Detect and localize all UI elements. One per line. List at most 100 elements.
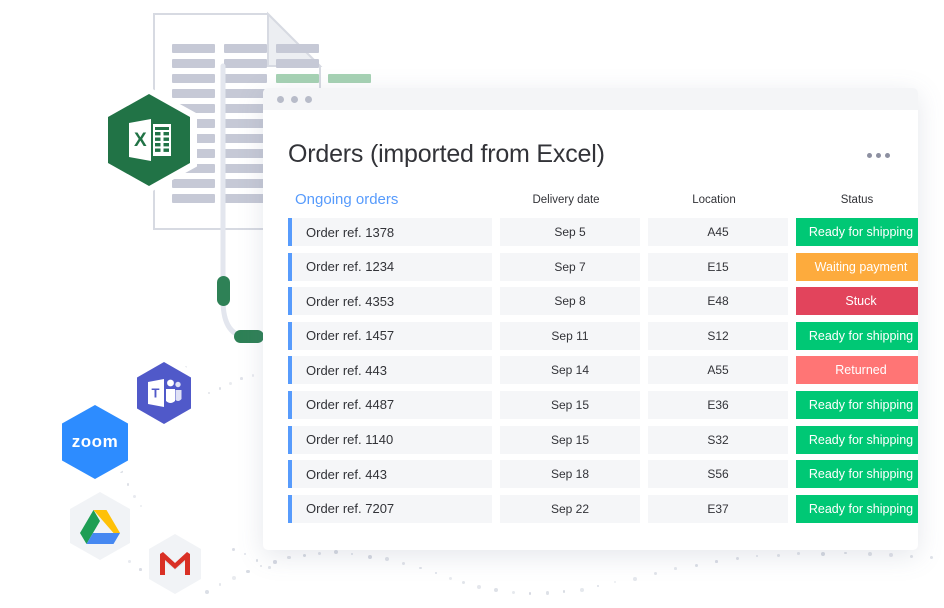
cell-delivery-date[interactable]: Sep 15 (500, 426, 640, 454)
window-dot-1 (277, 96, 284, 103)
document-cell-bar (328, 74, 371, 83)
document-cell-bar (224, 179, 267, 188)
status-badge[interactable]: Stuck (796, 287, 918, 315)
table-row[interactable]: Order ref. 7207 Sep 22 E37 Ready for shippi… (288, 495, 900, 523)
cell-delivery-date[interactable]: Sep 5 (500, 218, 640, 246)
microsoft-teams-icon[interactable]: T (130, 355, 198, 431)
cell-delivery-date[interactable]: Sep 22 (500, 495, 640, 523)
table-row[interactable]: Order ref. 1378 Sep 5 A45 Ready for shippin… (288, 218, 900, 246)
trail-dot (715, 560, 718, 563)
status-badge[interactable]: Ready for shipping (796, 391, 918, 419)
status-badge[interactable]: Ready for shipping (796, 218, 918, 246)
cell-location[interactable]: E36 (648, 391, 788, 419)
page-title: Orders (imported from Excel) (288, 140, 605, 169)
table-row[interactable]: Order ref. 4353 Sep 8 E48 Stuck (288, 287, 900, 315)
cell-location[interactable]: S32 (648, 426, 788, 454)
cell-delivery-date[interactable]: Sep 8 (500, 287, 640, 315)
cell-location[interactable]: S56 (648, 460, 788, 488)
trail-dot (229, 382, 232, 385)
trail-dot (844, 552, 846, 554)
trail-dot (232, 576, 236, 580)
cell-location[interactable]: A55 (648, 356, 788, 384)
cell-order-name[interactable]: Order ref. 7207 (288, 495, 492, 523)
cell-order-name[interactable]: Order ref. 1234 (288, 253, 492, 281)
cell-order-name[interactable]: Order ref. 443 (288, 356, 492, 384)
cell-order-name[interactable]: Order ref. 1457 (288, 322, 492, 350)
trail-dot (462, 581, 465, 584)
trail-dot (351, 553, 354, 556)
table-row[interactable]: Order ref. 1140 Sep 15 S32 Ready for shippi… (288, 426, 900, 454)
kebab-menu-icon[interactable] (867, 153, 890, 158)
trail-dot (563, 590, 566, 593)
trail-dot (208, 392, 210, 394)
trail-dot (303, 554, 306, 557)
cell-location[interactable]: E48 (648, 287, 788, 315)
trail-dot (244, 553, 246, 555)
cell-order-name[interactable]: Order ref. 1378 (288, 218, 492, 246)
table-body: Order ref. 1378 Sep 5 A45 Ready for shippin… (288, 218, 900, 523)
trail-dot (402, 562, 405, 565)
illustration-stage: X T zoom Orders (imported from Excel) On… (0, 0, 944, 608)
google-drive-icon[interactable] (63, 485, 137, 567)
cell-delivery-date[interactable]: Sep 7 (500, 253, 640, 281)
document-cell-bar (224, 104, 267, 113)
status-badge[interactable]: Ready for shipping (796, 426, 918, 454)
cell-order-name[interactable]: Order ref. 4353 (288, 287, 492, 315)
status-badge[interactable]: Ready for shipping (796, 322, 918, 350)
orders-table: Ongoing orders Delivery date Location St… (263, 191, 918, 523)
trail-dot (546, 591, 550, 595)
cell-delivery-date[interactable]: Sep 18 (500, 460, 640, 488)
cell-order-name[interactable]: Order ref. 1140 (288, 426, 492, 454)
cell-order-name[interactable]: Order ref. 4487 (288, 391, 492, 419)
status-badge[interactable]: Ready for shipping (796, 495, 918, 523)
status-badge[interactable]: Ready for shipping (796, 460, 918, 488)
cell-order-name[interactable]: Order ref. 443 (288, 460, 492, 488)
document-cell-bar (224, 89, 267, 98)
trail-dot (318, 552, 322, 556)
document-cell-bar (172, 59, 215, 68)
status-badge[interactable]: Waiting payment (796, 253, 918, 281)
column-header-location[interactable]: Location (640, 194, 788, 206)
document-cell-bar (224, 44, 267, 53)
zoom-icon[interactable]: zoom (55, 398, 135, 486)
column-header-status[interactable]: Status (788, 194, 918, 206)
document-cell-bar (224, 194, 267, 203)
table-row[interactable]: Order ref. 1457 Sep 11 S12 Ready for shippi… (288, 322, 900, 350)
trail-dot (868, 552, 872, 556)
cell-delivery-date[interactable]: Sep 11 (500, 322, 640, 350)
trail-dot (140, 505, 142, 507)
trail-dot (597, 585, 600, 588)
table-row[interactable]: Order ref. 443 Sep 14 A55 Returned (288, 356, 900, 384)
trail-dot (385, 557, 389, 561)
table-row[interactable]: Order ref. 1234 Sep 7 E15 Waiting payment (288, 253, 900, 281)
cell-delivery-date[interactable]: Sep 15 (500, 391, 640, 419)
column-header-delivery-date[interactable]: Delivery date (492, 194, 640, 206)
trail-dot (614, 581, 616, 583)
trail-dot (273, 560, 277, 564)
trail-dot (494, 588, 498, 592)
trail-dot (580, 588, 584, 592)
cell-location[interactable]: E37 (648, 495, 788, 523)
document-cell-bar (224, 164, 267, 173)
trail-dot (334, 550, 338, 554)
document-cell-bar (172, 74, 215, 83)
document-cell-bar (276, 59, 319, 68)
cell-location[interactable]: E15 (648, 253, 788, 281)
window-dot-2 (291, 96, 298, 103)
table-row[interactable]: Order ref. 443 Sep 18 S56 Ready for shippin… (288, 460, 900, 488)
trail-dot (889, 553, 893, 557)
trail-dot (232, 548, 235, 551)
status-badge[interactable]: Returned (796, 356, 918, 384)
gmail-icon[interactable] (142, 527, 208, 601)
document-cell-bar (224, 119, 267, 128)
trail-dot (268, 566, 271, 569)
cell-location[interactable]: S12 (648, 322, 788, 350)
trail-dot (219, 583, 222, 586)
cell-delivery-date[interactable]: Sep 14 (500, 356, 640, 384)
trail-dot (633, 577, 637, 581)
excel-icon[interactable]: X (101, 87, 197, 193)
table-row[interactable]: Order ref. 4487 Sep 15 E36 Ready for shippi… (288, 391, 900, 419)
cell-location[interactable]: A45 (648, 218, 788, 246)
trail-dot (910, 555, 913, 558)
document-cell-bar (172, 44, 215, 53)
